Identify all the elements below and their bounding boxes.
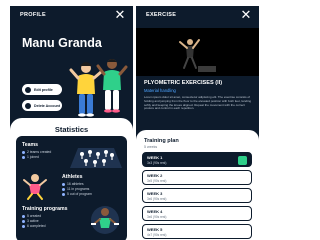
week-label: WEEK 2 bbox=[147, 173, 163, 178]
statistics-card: Teams 2 teams created 1 joined Athletes … bbox=[16, 136, 127, 240]
week-detail: 3x6 (90s rest) bbox=[147, 215, 167, 219]
week-item[interactable]: WEEK 1 3x3 (90s rest) bbox=[142, 152, 252, 167]
exercise-header-title: EXERCISE bbox=[146, 12, 177, 18]
programs-item-text: 3 active bbox=[27, 219, 39, 223]
check-icon bbox=[238, 156, 247, 165]
programs-item-text: 5 created bbox=[27, 214, 42, 218]
teams-item-text: 1 joined bbox=[27, 155, 39, 159]
exercise-description: Lorem ipsum dolor sit amet, consectetur … bbox=[144, 95, 252, 111]
teams-item: 1 joined bbox=[22, 155, 39, 159]
programs-item: 3 active bbox=[22, 219, 39, 223]
athletes-title: Athletes bbox=[62, 174, 83, 180]
athletes-item-text: 5 out of program bbox=[67, 192, 92, 196]
bullet-icon bbox=[22, 214, 25, 218]
team-illustration bbox=[70, 148, 122, 168]
athletes-item: 16 athletes bbox=[62, 182, 84, 186]
week-item[interactable]: WEEK 4 3x6 (90s rest) bbox=[142, 206, 252, 221]
statistics-title: Statistics bbox=[54, 125, 89, 134]
athletes-item-text: 16 athletes bbox=[67, 182, 84, 186]
week-detail: 3x6 (90s rest) bbox=[147, 197, 167, 201]
profile-header-title: PROFILE bbox=[20, 12, 46, 18]
edit-profile-label: Edit profile bbox=[34, 87, 53, 92]
exercise-subtitle: Material handling bbox=[144, 88, 176, 93]
teams-title: Teams bbox=[22, 142, 39, 148]
bullet-icon bbox=[22, 155, 25, 159]
teams-item-text: 2 teams created bbox=[27, 150, 52, 154]
close-icon[interactable]: ✕ bbox=[239, 9, 253, 23]
training-plan-subtitle: 5 weeks bbox=[144, 145, 158, 149]
profile-screen: PROFILE ✕ Manu Granda Edit profile Delet… bbox=[10, 6, 133, 240]
delete-account-button[interactable]: Delete Account bbox=[22, 100, 62, 111]
athletes-item: 5 out of program bbox=[62, 192, 92, 196]
week-item[interactable]: WEEK 5 4x7 (90s rest) bbox=[142, 224, 252, 239]
week-detail: 3x5 (90s rest) bbox=[147, 179, 167, 183]
exercise-screen: EXERCISE ✕ PLYOMETRIC EXERCISES (II) Mat… bbox=[136, 6, 259, 240]
exercise-photo bbox=[136, 28, 259, 76]
bullet-icon bbox=[22, 219, 25, 223]
exercise-title: PLYOMETRIC EXERCISES (II) bbox=[144, 80, 223, 86]
bullet-icon bbox=[62, 182, 65, 186]
exercise-image bbox=[136, 28, 259, 76]
statistics-sheet: Statistics Teams 2 teams created 1 joine… bbox=[10, 118, 133, 240]
week-detail: 3x3 (90s rest) bbox=[147, 161, 167, 165]
training-plan-title: Training plan bbox=[144, 138, 179, 144]
edit-icon bbox=[25, 86, 31, 93]
bullet-icon bbox=[22, 224, 25, 228]
user-name: Manu Granda bbox=[22, 36, 102, 50]
exercise-header: EXERCISE ✕ bbox=[136, 6, 259, 28]
bullet-icon bbox=[22, 150, 25, 154]
programs-illustration bbox=[91, 206, 119, 234]
programs-item: 6 completed bbox=[22, 224, 45, 228]
edit-profile-button[interactable]: Edit profile bbox=[22, 84, 62, 95]
week-label: WEEK 4 bbox=[147, 209, 163, 214]
athletes-illustration bbox=[69, 59, 128, 117]
week-label: WEEK 5 bbox=[147, 227, 163, 232]
athletes-item-text: 11 in programs bbox=[67, 187, 90, 191]
week-label: WEEK 3 bbox=[147, 191, 163, 196]
training-plan-sheet: Training plan 5 weeks WEEK 1 3x3 (90s re… bbox=[136, 130, 259, 240]
delete-icon bbox=[25, 102, 31, 109]
programs-title: Training programs bbox=[22, 206, 68, 212]
teams-item: 2 teams created bbox=[22, 150, 51, 154]
week-item[interactable]: WEEK 2 3x5 (90s rest) bbox=[142, 170, 252, 185]
programs-item: 5 created bbox=[22, 214, 41, 218]
week-item[interactable]: WEEK 3 3x6 (90s rest) bbox=[142, 188, 252, 203]
close-icon[interactable]: ✕ bbox=[113, 9, 127, 23]
bullet-icon bbox=[62, 187, 65, 191]
bullet-icon bbox=[62, 192, 65, 196]
programs-item-text: 6 completed bbox=[27, 224, 46, 228]
delete-account-label: Delete Account bbox=[34, 103, 61, 108]
profile-header: PROFILE ✕ bbox=[10, 6, 133, 28]
week-label: WEEK 1 bbox=[147, 155, 163, 160]
athletes-item: 11 in programs bbox=[62, 187, 89, 191]
athletes-icon bbox=[23, 174, 47, 200]
week-detail: 4x7 (90s rest) bbox=[147, 233, 167, 237]
